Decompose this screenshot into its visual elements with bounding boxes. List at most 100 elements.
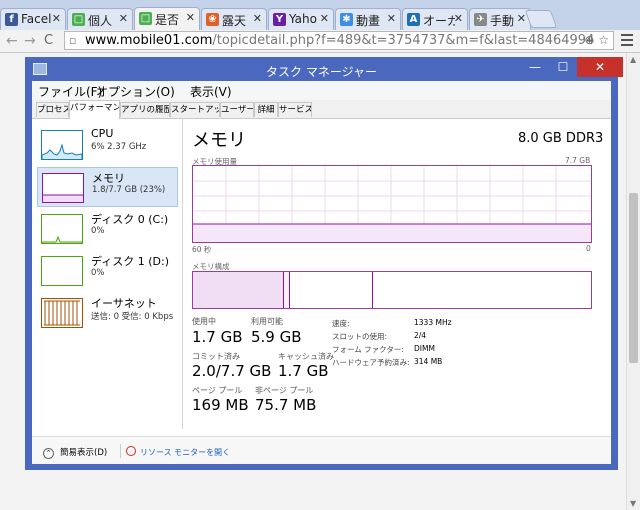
resource-monitor-icon (126, 446, 136, 456)
tab-details[interactable]: 詳細 (254, 102, 278, 117)
tab-title: 個人 (88, 14, 113, 28)
form-factor-label: フォーム ファクター: (332, 345, 404, 354)
tab-processes[interactable]: プロセス (36, 102, 69, 117)
memory-usage-graph (192, 165, 592, 243)
resource-detail: 0% (91, 268, 105, 278)
resource-detail: 6% 2.37 GHz (91, 142, 147, 152)
url-text: www.mobile01.com/topicdetail.php?f=489&t… (85, 32, 594, 49)
zoom-icon[interactable]: ⊕ (584, 33, 594, 47)
memory-mini-chart (43, 194, 83, 202)
close-tab-icon[interactable]: ✕ (320, 12, 329, 25)
close-tab-icon[interactable]: ✕ (253, 12, 262, 25)
panel-divider (182, 119, 183, 429)
close-tab-icon[interactable]: ✕ (186, 11, 195, 24)
resource-cpu[interactable]: CPU 6% 2.37 GHz (37, 125, 178, 165)
menu-bar: ファイル(F) オプション(O) 表示(V) (32, 81, 611, 100)
close-button[interactable]: ✕ (577, 57, 623, 77)
triangle-a-icon: A (407, 13, 420, 26)
chrome-menu-icon[interactable] (621, 34, 633, 49)
browser-toolbar: ← → C ▫ www.mobile01.com/topicdetail.php… (0, 30, 640, 53)
form-factor-value: DIMM (414, 344, 435, 353)
usage-max-label: 7.7 GB (565, 156, 591, 165)
omnibox-actions: ⊕ ☆ (584, 32, 609, 49)
browser-tab[interactable]: ❀ 露天 ✕ (201, 8, 267, 30)
forward-icon[interactable]: → (24, 33, 36, 49)
cpu-thumbnail-graph (41, 130, 83, 160)
tab-title: 手動 (490, 14, 515, 28)
page-icon: □ (72, 13, 85, 26)
resource-detail: 1.8/7.7 GB (23%) (92, 185, 166, 195)
snowflake-icon: ✱ (340, 13, 353, 26)
resource-detail: 0% (91, 226, 105, 236)
tab-title: Facel (21, 12, 52, 26)
paged-pool-value: 169 MB (192, 396, 249, 414)
memory-spec: 8.0 GB DDR3 (518, 131, 604, 146)
axis-right-label: 0 (586, 244, 591, 253)
close-tab-icon[interactable]: ✕ (454, 12, 463, 25)
new-tab-button[interactable] (524, 10, 558, 28)
page-scrollbar[interactable]: ▲ ▼ (626, 53, 640, 510)
menu-file[interactable]: ファイル(F) (38, 83, 102, 100)
resource-name: メモリ (92, 172, 125, 185)
page-icon: □ (139, 12, 152, 25)
footer-bar: ⌃ 簡易表示(D) リソース モニターを開く (32, 436, 611, 464)
resource-ethernet[interactable]: イーサネット 送信: 0 受信: 0 Kbps (37, 293, 178, 333)
browser-tab[interactable]: □ 個人 ✕ (67, 8, 133, 30)
resource-name: イーサネット (91, 297, 157, 310)
browser-tab[interactable]: A オーガ ✕ (402, 8, 468, 30)
task-manager-window: タスク マネージャー — ☐ ✕ ファイル(F) オプション(O) 表示(V) … (25, 57, 623, 470)
fewer-details-button[interactable]: ⌃ 簡易表示(D) (43, 446, 107, 459)
resource-disk-0[interactable]: ディスク 0 (C:) 0% (37, 209, 178, 249)
browser-tab[interactable]: f Facel ✕ (0, 8, 66, 30)
memory-usage-chart (193, 166, 591, 242)
slots-value: 2/4 (414, 331, 427, 340)
in-use-label: 使用中 (192, 317, 216, 326)
nonpaged-pool-value: 75.7 MB (255, 396, 317, 414)
close-tab-icon[interactable]: ✕ (387, 12, 396, 25)
tab-performance[interactable]: パフォーマンス (69, 100, 120, 119)
close-tab-icon[interactable]: ✕ (517, 12, 526, 25)
available-value: 5.9 GB (251, 328, 302, 346)
bookmark-star-icon[interactable]: ☆ (598, 33, 609, 47)
reload-icon[interactable]: C (44, 33, 53, 48)
composition-in-use (193, 272, 284, 308)
browser-tab[interactable]: ✱ 動畫 ✕ (335, 8, 401, 30)
tab-services[interactable]: サービス (278, 102, 312, 117)
scroll-up-icon[interactable]: ▲ (630, 55, 636, 64)
scrollbar-thumb[interactable] (629, 193, 638, 363)
address-bar[interactable]: ▫ www.mobile01.com/topicdetail.php?f=489… (64, 31, 614, 50)
maximize-button[interactable]: ☐ (549, 57, 577, 77)
browser-tab-active[interactable]: □ 是否 ✕ (134, 7, 200, 30)
memory-heading: メモリ (192, 130, 246, 151)
menu-view[interactable]: 表示(V) (190, 83, 232, 100)
minimize-button[interactable]: — (521, 57, 549, 77)
committed-value: 2.0/7.7 GB (192, 362, 272, 380)
back-icon[interactable]: ← (6, 33, 18, 49)
url-path: /topicdetail.php?f=489&t=3754737&m=f&las… (212, 33, 595, 48)
tab-users[interactable]: ユーザー (220, 102, 254, 117)
open-resource-monitor-link[interactable]: リソース モニターを開く (126, 446, 230, 458)
close-tab-icon[interactable]: ✕ (119, 12, 128, 25)
hardware-reserved-label: ハードウェア予約済み: (332, 358, 410, 367)
tab-startup[interactable]: スタートアップ (170, 102, 220, 117)
memory-thumbnail-graph (42, 173, 84, 203)
footer-separator (120, 444, 121, 458)
task-manager-titlebar[interactable]: タスク マネージャー — ☐ ✕ (25, 57, 623, 82)
browser-tab[interactable]: ✈ 手動 ✕ (469, 8, 531, 30)
tab-bar: プロセス パフォーマンス アプリの履歴 スタートアップ ユーザー 詳細 サービス (32, 100, 611, 119)
menu-options[interactable]: オプション(O) (96, 83, 175, 100)
paged-pool-label: ページ プール (192, 386, 243, 395)
scroll-down-icon[interactable]: ▼ (630, 499, 636, 508)
resource-name: CPU (91, 127, 114, 140)
close-tab-icon[interactable]: ✕ (52, 12, 61, 25)
task-manager-content: ファイル(F) オプション(O) 表示(V) プロセス パフォーマンス アプリの… (32, 81, 611, 464)
yahoo-icon: Y (273, 13, 286, 26)
disk1-thumbnail-graph (41, 256, 83, 286)
resource-disk-1[interactable]: ディスク 1 (D:) 0% (37, 251, 178, 291)
speed-value: 1333 MHz (414, 318, 452, 327)
tab-app-history[interactable]: アプリの履歴 (120, 102, 170, 117)
browser-tab[interactable]: Y Yaho ✕ (268, 8, 334, 30)
resource-list: CPU 6% 2.37 GHz メモリ 1.8/7.7 GB (23%) ディス… (32, 119, 178, 434)
ethernet-thumbnail-graph (41, 298, 83, 328)
resource-memory[interactable]: メモリ 1.8/7.7 GB (23%) (37, 167, 178, 207)
